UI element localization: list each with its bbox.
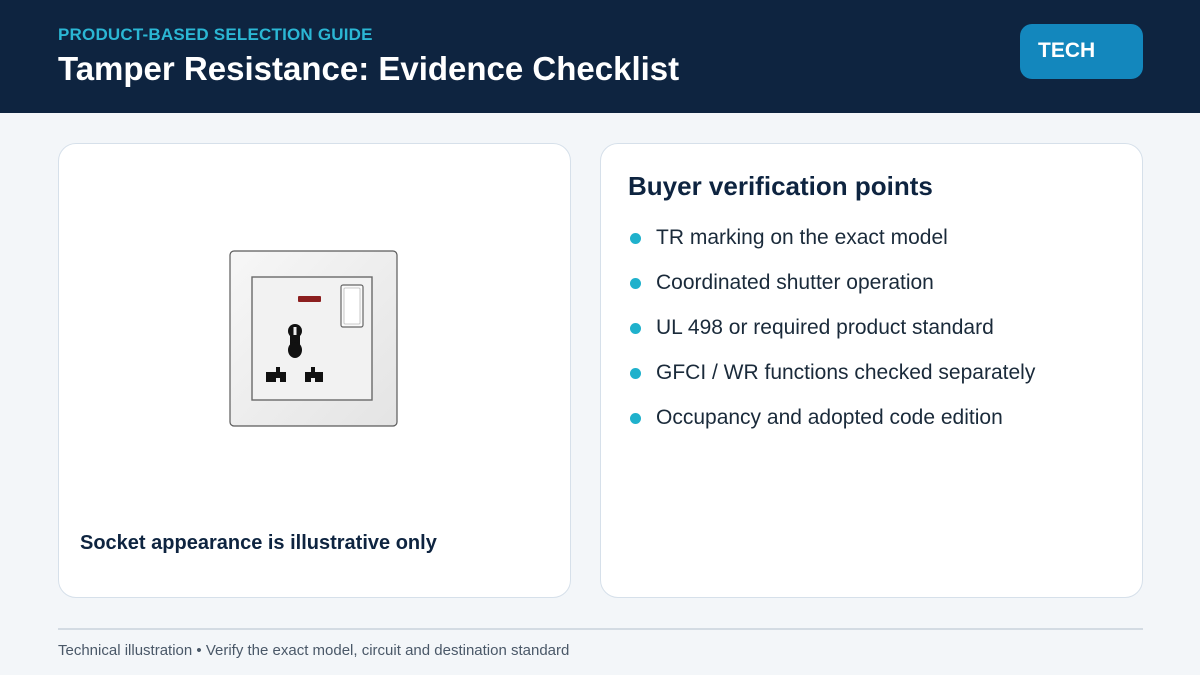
page-title: Tamper Resistance: Evidence Checklist: [58, 50, 680, 87]
header-bar: PRODUCT-BASED SELECTION GUIDE Tamper Res…: [0, 0, 1200, 113]
verification-title: Buyer verification points: [628, 171, 933, 201]
footer-note: Technical illustration • Verify the exac…: [58, 642, 570, 659]
eyebrow-label: PRODUCT-BASED SELECTION GUIDE: [58, 25, 373, 44]
list-item-text: Coordinated shutter operation: [656, 271, 934, 294]
footer-divider: [58, 628, 1143, 630]
list-item: TR marking on the exact model: [628, 224, 1035, 269]
list-item: Occupancy and adopted code edition: [628, 404, 1035, 449]
tech-badge-label: TECH: [1038, 39, 1096, 62]
tech-badge: TECH: [1020, 24, 1143, 79]
verification-list: TR marking on the exact model Coordinate…: [628, 224, 1035, 449]
bullet-dot-icon: [630, 323, 641, 334]
bullet-dot-icon: [630, 368, 641, 379]
list-item: GFCI / WR functions checked separately: [628, 359, 1035, 404]
bullet-dot-icon: [630, 233, 641, 244]
socket-illustration-icon: [229, 250, 398, 427]
illustration-card: Socket appearance is illustrative only: [58, 143, 571, 598]
list-item: UL 498 or required product standard: [628, 314, 1035, 359]
list-item-text: TR marking on the exact model: [656, 226, 948, 249]
bullet-dot-icon: [630, 278, 641, 289]
list-item-text: GFCI / WR functions checked separately: [656, 361, 1036, 384]
list-item-text: Occupancy and adopted code edition: [656, 406, 1003, 429]
verification-card: Buyer verification points TR marking on …: [600, 143, 1143, 598]
bullet-dot-icon: [630, 413, 641, 424]
illustration-caption: Socket appearance is illustrative only: [80, 532, 437, 554]
list-item-text: UL 498 or required product standard: [656, 316, 994, 339]
list-item: Coordinated shutter operation: [628, 269, 1035, 314]
